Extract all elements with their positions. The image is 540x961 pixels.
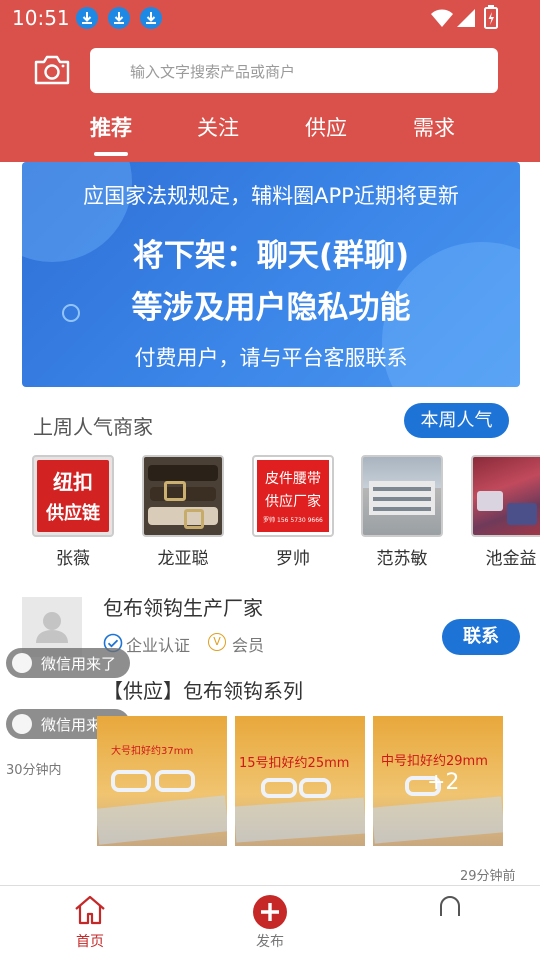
member-label: 会员	[232, 636, 265, 655]
banner-text-line4: 付费用户，请与平台客服联系	[134, 346, 408, 370]
download-notification-icon	[76, 7, 98, 29]
post-merchant-name[interactable]: 包布领钩生产厂家	[103, 592, 263, 621]
tab-supply[interactable]: 供应	[286, 112, 366, 142]
banner-text-line1: 应国家法规规定，辅料圈APP近期将更新	[83, 184, 459, 208]
merchant-logo-chijinyi[interactable]	[471, 455, 540, 537]
post-photo[interactable]: 中号扣好约29mm +2	[373, 716, 503, 846]
post-time-within: 30分钟内	[6, 763, 62, 778]
user-icon	[440, 896, 460, 916]
search-placeholder: 输入文字搜索产品或商户	[130, 63, 296, 81]
add-circle-icon	[253, 895, 287, 929]
merchant-logo-zhangwei[interactable]: 纽扣 供应链	[32, 455, 114, 537]
status-time: 10:51	[12, 6, 70, 30]
merchant-name[interactable]: 池金益	[461, 544, 540, 569]
post-photo[interactable]: 15号扣好约25mm	[235, 716, 365, 846]
notice-banner[interactable]: 应国家法规规定，辅料圈APP近期将更新 将下架：聊天(群聊) 等涉及用户隐私功能…	[22, 162, 520, 387]
nav-home-label[interactable]: 首页	[76, 931, 104, 951]
member-icon: V	[208, 633, 226, 651]
user-avatar-icon	[12, 653, 32, 673]
merchant-name[interactable]: 龙亚聪	[133, 544, 233, 569]
contact-button[interactable]: 联系	[442, 619, 520, 655]
tab-recommend[interactable]: 推荐	[71, 112, 151, 142]
merchant-logo-text: 纽扣	[53, 470, 93, 494]
photo-caption: 15号扣好约25mm	[239, 756, 350, 771]
merchant-logo-luoshuai[interactable]: 皮件腰带 供应厂家 罗帅 156 5730 9666	[252, 455, 334, 537]
nav-profile[interactable]	[420, 888, 480, 954]
photo-caption: 中号扣好约29mm	[381, 754, 488, 769]
download-notification-icon	[108, 7, 130, 29]
more-photos-count: +2	[427, 770, 460, 795]
post-time-ago: 29分钟前	[460, 869, 516, 884]
post-photo[interactable]: 大号扣好约37mm	[97, 716, 227, 846]
merchant-name[interactable]: 罗帅	[243, 544, 343, 569]
banner-headline-line1: 将下架：聊天(群聊)	[132, 238, 410, 274]
search-input[interactable]: 输入文字搜索产品或商户	[90, 48, 498, 93]
active-tab-indicator	[94, 152, 128, 156]
camera-icon[interactable]	[33, 54, 71, 86]
merchant-logo-longyacong[interactable]	[142, 455, 224, 537]
photo-caption: 大号扣好约37mm	[111, 746, 194, 757]
post-title[interactable]: 【供应】包布领钩系列	[103, 675, 303, 704]
this-week-popular-button[interactable]: 本周人气	[404, 403, 509, 438]
wechat-toast-text: 微信用来了	[41, 655, 117, 673]
tab-demand[interactable]: 需求	[394, 112, 474, 142]
wifi-icon	[431, 9, 453, 27]
merchant-logo-fansumin[interactable]	[361, 455, 443, 537]
merchant-logo-text: 供应厂家	[265, 494, 321, 510]
battery-icon	[484, 5, 498, 29]
download-notification-icon	[140, 7, 162, 29]
wechat-toast: 微信用来了	[6, 648, 130, 678]
signal-icon	[457, 9, 475, 27]
merchant-name[interactable]: 范苏敏	[352, 544, 452, 569]
merchant-name[interactable]: 张薇	[23, 544, 123, 569]
enterprise-verified-label: 企业认证	[126, 636, 191, 655]
merchant-logo-text: 供应链	[46, 503, 100, 524]
status-bar: 10:51	[0, 0, 540, 36]
merchant-logo-text: 皮件腰带	[265, 471, 321, 487]
nav-publish-label[interactable]: 发布	[256, 931, 284, 951]
home-icon	[75, 895, 105, 925]
tab-follow[interactable]: 关注	[178, 112, 258, 142]
merchant-logo-text: 罗帅 156 5730 9666	[263, 517, 323, 524]
banner-headline-line2: 等涉及用户隐私功能	[131, 290, 411, 326]
user-avatar-icon	[12, 714, 32, 734]
popular-merchants-title: 上周人气商家	[33, 415, 153, 439]
